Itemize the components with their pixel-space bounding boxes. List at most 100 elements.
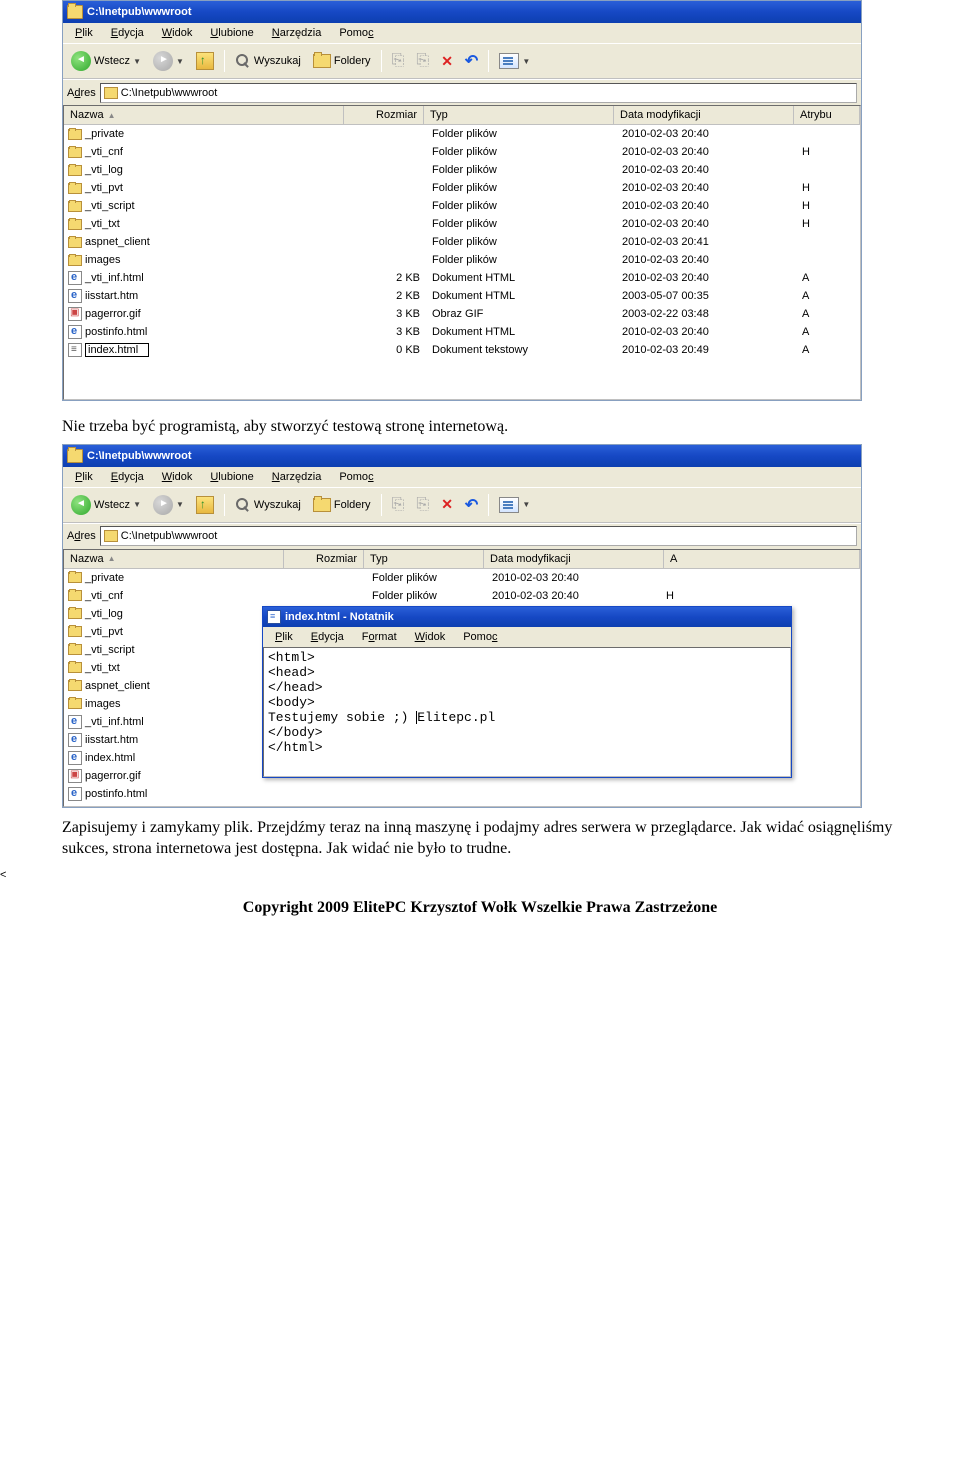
notepad-window[interactable]: index.html - Notatnik Plik Edycja Format… [262, 606, 792, 778]
np-menu-edycja[interactable]: Edycja [303, 629, 352, 645]
copy-to-button[interactable]: ⎘ [412, 50, 433, 72]
menu-narzedzia[interactable]: Narzędzia [264, 469, 330, 485]
menu-plik[interactable]: Plik [67, 25, 101, 41]
folder-icon [104, 87, 118, 99]
file-name: _vti_cnf [85, 590, 123, 602]
copyto-icon: ⎘ [416, 52, 429, 70]
menu-ulubione[interactable]: Ulubione [202, 25, 261, 41]
html-icon [68, 733, 82, 747]
table-row[interactable]: iisstart.htm 2 KB Dokument HTML 2003-05-… [64, 287, 860, 305]
table-row[interactable]: _vti_txt Folder plików 2010-02-03 20:40 … [64, 215, 860, 233]
copy-to-button[interactable]: ⎘ [412, 494, 433, 516]
address-label: Adres [67, 87, 96, 99]
back-button[interactable]: Wstecz ▼ [67, 493, 145, 517]
separator [224, 50, 225, 72]
forward-button[interactable]: ▼ [149, 493, 188, 517]
back-icon [71, 495, 91, 515]
col-date[interactable]: Data modyfikacji [484, 550, 664, 568]
undo-icon: ↶ [465, 51, 478, 71]
col-size[interactable]: Rozmiar [284, 550, 364, 568]
file-date: 2010-02-03 20:40 [616, 128, 796, 140]
html-icon [68, 787, 82, 801]
undo-button[interactable]: ↶ [461, 493, 482, 517]
np-menu-plik[interactable]: Plik [267, 629, 301, 645]
np-menu-format[interactable]: Format [354, 629, 405, 645]
menu-pomoc[interactable]: Pomoc [331, 469, 381, 485]
notepad-icon [267, 610, 281, 624]
address-bar: Adres C:\Inetpub\wwwroot [63, 523, 861, 549]
table-row[interactable]: _vti_inf.html 2 KB Dokument HTML 2010-02… [64, 269, 860, 287]
menu-edycja[interactable]: Edycja [103, 25, 152, 41]
col-name[interactable]: Nazwa▲ [64, 106, 344, 124]
file-name: _vti_cnf [85, 146, 123, 158]
table-row[interactable]: _private Folder plików 2010-02-03 20:40 [64, 569, 860, 587]
titlebar[interactable]: C:\Inetpub\wwwroot [63, 445, 861, 467]
col-date[interactable]: Data modyfikacji [614, 106, 794, 124]
folders-button[interactable]: Foldery [309, 52, 375, 70]
file-name: images [85, 254, 120, 266]
menu-pomoc[interactable]: Pomoc [331, 25, 381, 41]
back-button[interactable]: Wstecz ▼ [67, 49, 145, 73]
table-row[interactable]: _vti_cnf Folder plików 2010-02-03 20:40 … [64, 143, 860, 161]
table-row[interactable]: _vti_pvt Folder plików 2010-02-03 20:40 … [64, 179, 860, 197]
table-row[interactable]: pagerror.gif 3 KB Obraz GIF 2003-02-22 0… [64, 305, 860, 323]
move-to-button[interactable]: ⎘ [388, 494, 409, 516]
file-name: images [85, 698, 120, 710]
delete-button[interactable]: ✕ [437, 51, 457, 72]
file-type: Folder plików [426, 182, 616, 194]
menu-narzedzia[interactable]: Narzędzia [264, 25, 330, 41]
table-row[interactable]: images Folder plików 2010-02-03 20:40 [64, 251, 860, 269]
file-name: aspnet_client [85, 236, 150, 248]
col-name[interactable]: Nazwa▲ [64, 550, 284, 568]
table-row[interactable]: aspnet_client Folder plików 2010-02-03 2… [64, 233, 860, 251]
menu-widok[interactable]: Widok [154, 25, 201, 41]
col-attr[interactable]: Atrybu [794, 106, 860, 124]
explorer-window-1: C:\Inetpub\wwwroot Plik Edycja Widok Ulu… [62, 0, 862, 401]
table-row[interactable]: _vti_script Folder plików 2010-02-03 20:… [64, 197, 860, 215]
file-name: _vti_script [85, 644, 135, 656]
menu-widok[interactable]: Widok [154, 469, 201, 485]
notepad-titlebar[interactable]: index.html - Notatnik [263, 607, 791, 627]
table-row[interactable]: postinfo.html 3 KB Dokument HTML 2010-02… [64, 323, 860, 341]
col-size[interactable]: Rozmiar [344, 106, 424, 124]
folders-button[interactable]: Foldery [309, 496, 375, 514]
file-size: 3 KB [346, 308, 426, 320]
up-button[interactable] [192, 50, 218, 72]
menu-ulubione[interactable]: Ulubione [202, 469, 261, 485]
file-type: Dokument tekstowy [426, 344, 616, 356]
np-menu-widok[interactable]: Widok [407, 629, 454, 645]
undo-button[interactable]: ↶ [461, 49, 482, 73]
forward-button[interactable]: ▼ [149, 49, 188, 73]
rename-input[interactable]: index.html [85, 343, 149, 357]
move-to-button[interactable]: ⎘ [388, 50, 409, 72]
folders-icon [313, 498, 331, 512]
menu-edycja[interactable]: Edycja [103, 469, 152, 485]
titlebar[interactable]: C:\Inetpub\wwwroot [63, 1, 861, 23]
column-headers: Nazwa▲ Rozmiar Typ Data modyfikacji A [64, 550, 860, 569]
col-attr[interactable]: A [664, 550, 860, 568]
table-row[interactable]: _vti_log Folder plików 2010-02-03 20:40 [64, 161, 860, 179]
address-input[interactable]: C:\Inetpub\wwwroot [100, 83, 857, 103]
file-attr: H [796, 146, 858, 158]
menu-plik[interactable]: Plik [67, 469, 101, 485]
col-type[interactable]: Typ [364, 550, 484, 568]
file-type: Folder plików [426, 236, 616, 248]
table-row[interactable]: _vti_cnf Folder plików 2010-02-03 20:40 … [64, 587, 860, 605]
up-button[interactable] [192, 494, 218, 516]
window-title: C:\Inetpub\wwwroot [87, 450, 191, 462]
address-input[interactable]: C:\Inetpub\wwwroot [100, 526, 857, 546]
menubar: Plik Edycja Widok Ulubione Narzędzia Pom… [63, 23, 861, 43]
views-button[interactable]: ▼ [495, 495, 534, 515]
delete-button[interactable]: ✕ [437, 494, 457, 515]
table-row[interactable]: postinfo.html [64, 785, 860, 803]
table-row[interactable]: _private Folder plików 2010-02-03 20:40 [64, 125, 860, 143]
np-menu-pomoc[interactable]: Pomoc [455, 629, 505, 645]
table-row[interactable]: index.html 0 KB Dokument tekstowy 2010-0… [64, 341, 860, 359]
notepad-content[interactable]: <html> <head> </head> <body> Testujemy s… [263, 647, 791, 777]
address-text: C:\Inetpub\wwwroot [121, 87, 218, 99]
file-attr: H [796, 200, 858, 212]
search-button[interactable]: Wyszukaj [231, 51, 305, 71]
search-button[interactable]: Wyszukaj [231, 495, 305, 515]
views-button[interactable]: ▼ [495, 51, 534, 71]
col-type[interactable]: Typ [424, 106, 614, 124]
